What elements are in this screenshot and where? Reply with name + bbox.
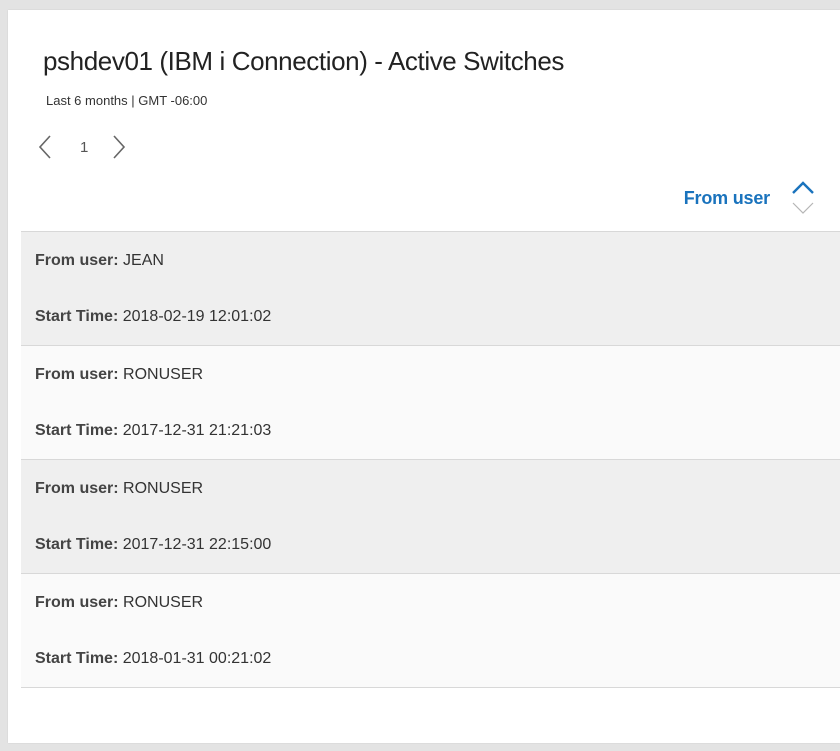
from-user-value: RONUSER [123, 366, 204, 383]
from-user-line: From user: RONUSER [35, 480, 203, 498]
chevron-right-icon [113, 135, 126, 159]
start-time-line: Start Time: 2018-01-31 00:21:02 [35, 650, 271, 668]
start-time-key: Start Time: [35, 308, 119, 325]
start-time-value: 2017-12-31 21:21:03 [122, 422, 272, 439]
from-user-key: From user: [35, 366, 119, 383]
start-time-key: Start Time: [35, 422, 119, 439]
active-switches-widget: pshdev01 (IBM i Connection) - Active Swi… [8, 10, 840, 743]
start-time-value: 2018-02-19 12:01:02 [122, 308, 272, 325]
from-user-line: From user: JEAN [35, 252, 164, 270]
start-time-key: Start Time: [35, 650, 119, 667]
sort-by-control[interactable]: From user [684, 178, 816, 218]
list-item[interactable]: From user: RONUSER Start Time: 2017-12-3… [21, 346, 840, 460]
from-user-key: From user: [35, 480, 119, 497]
sort-toggle-icon[interactable] [790, 178, 816, 218]
start-time-line: Start Time: 2017-12-31 21:21:03 [35, 422, 271, 440]
widget-subtitle: Last 6 months | GMT -06:00 [46, 93, 208, 108]
from-user-line: From user: RONUSER [35, 366, 203, 384]
start-time-line: Start Time: 2018-02-19 12:01:02 [35, 308, 271, 326]
start-time-value: 2018-01-31 00:21:02 [122, 650, 272, 667]
list-item[interactable]: From user: JEAN Start Time: 2018-02-19 1… [21, 232, 840, 346]
start-time-value: 2017-12-31 22:15:00 [122, 536, 272, 553]
current-page-number[interactable]: 1 [80, 139, 88, 156]
from-user-line: From user: RONUSER [35, 594, 203, 612]
list-item[interactable]: From user: RONUSER Start Time: 2018-01-3… [21, 574, 840, 688]
previous-page-button[interactable] [34, 132, 56, 162]
from-user-key: From user: [35, 252, 119, 269]
widget-title: pshdev01 (IBM i Connection) - Active Swi… [43, 46, 565, 76]
from-user-value: JEAN [123, 252, 164, 269]
list-item[interactable]: From user: RONUSER Start Time: 2017-12-3… [21, 460, 840, 574]
switch-list: From user: JEAN Start Time: 2018-02-19 1… [21, 231, 840, 688]
start-time-line: Start Time: 2017-12-31 22:15:00 [35, 536, 271, 554]
next-page-button[interactable] [108, 132, 130, 162]
from-user-value: RONUSER [123, 594, 204, 611]
from-user-value: RONUSER [123, 480, 204, 497]
sort-field-label[interactable]: From user [684, 188, 770, 209]
chevron-left-icon [38, 135, 51, 159]
widget-header: pshdev01 (IBM i Connection) - Active Swi… [8, 10, 840, 231]
from-user-key: From user: [35, 594, 119, 611]
pagination: 1 [34, 132, 130, 162]
start-time-key: Start Time: [35, 536, 119, 553]
